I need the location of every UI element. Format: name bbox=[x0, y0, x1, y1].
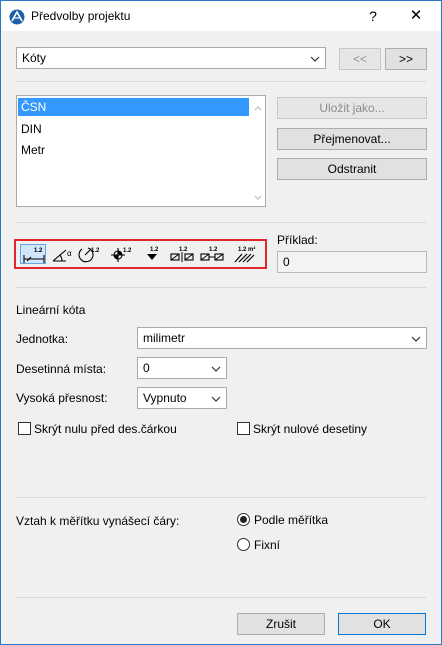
title-bar: Předvolby projektu ? ✕ bbox=[1, 1, 441, 31]
help-button[interactable]: ? bbox=[363, 5, 383, 27]
radial-dimension-icon[interactable]: 1.2 bbox=[78, 244, 104, 264]
hide-zero-decimals-label: Skrýt nulové desetiny bbox=[253, 422, 368, 436]
divider bbox=[16, 497, 426, 498]
svg-text:1.2: 1.2 bbox=[150, 247, 159, 253]
chevron-down-icon bbox=[210, 361, 222, 373]
hide-zero-before-label: Skrýt nulu před des.čárkou bbox=[34, 422, 177, 436]
svg-text:1.2: 1.2 bbox=[91, 248, 100, 254]
linear-dimension-icon[interactable]: 1.2 bbox=[20, 244, 46, 264]
sill-height-icon[interactable]: 1.2 bbox=[199, 244, 225, 264]
unit-select[interactable]: milimetr bbox=[137, 327, 427, 349]
divider bbox=[16, 81, 426, 82]
section-title: Lineární kóta bbox=[16, 303, 86, 317]
svg-text:1.2: 1.2 bbox=[34, 248, 43, 254]
save-as-button[interactable]: Uložit jako... bbox=[277, 97, 427, 119]
svg-text:1.2: 1.2 bbox=[123, 248, 132, 254]
svg-text:α: α bbox=[67, 249, 72, 258]
cancel-button[interactable]: Zrušit bbox=[237, 613, 325, 635]
angle-dimension-icon[interactable]: α bbox=[50, 244, 76, 264]
door-window-dimension-icon[interactable]: 1.2 bbox=[169, 244, 195, 264]
svg-text:1.2 m²: 1.2 m² bbox=[238, 246, 255, 253]
scale-option-label: Podle měřítka bbox=[254, 513, 329, 527]
chevron-down-icon bbox=[309, 51, 321, 63]
divider bbox=[16, 222, 426, 223]
hide-zero-decimals-checkbox[interactable] bbox=[237, 422, 250, 435]
divider bbox=[16, 597, 426, 598]
fixed-option-label: Fixní bbox=[254, 538, 281, 552]
ok-button[interactable]: OK bbox=[338, 613, 426, 635]
scroll-up-icon[interactable] bbox=[253, 102, 263, 112]
svg-text:1.2: 1.2 bbox=[209, 247, 218, 253]
elevation-marker-icon[interactable]: 1.2 bbox=[139, 244, 165, 264]
decimals-select[interactable]: 0 bbox=[137, 357, 227, 379]
category-select-value: Kóty bbox=[22, 51, 47, 65]
list-item-din[interactable]: DIN bbox=[18, 120, 249, 138]
area-calculation-icon[interactable]: 1.2 m² bbox=[232, 244, 258, 264]
divider bbox=[16, 287, 426, 288]
scale-option-radio[interactable] bbox=[237, 513, 250, 526]
level-dimension-icon[interactable]: 1.2 bbox=[108, 244, 134, 264]
precision-label: Vysoká přesnost: bbox=[16, 391, 108, 405]
chevron-down-icon bbox=[210, 391, 222, 403]
delete-button[interactable]: Odstranit bbox=[277, 158, 427, 180]
example-label: Příklad: bbox=[277, 233, 318, 247]
unit-select-value: milimetr bbox=[143, 331, 185, 345]
hide-zero-before-checkbox[interactable] bbox=[18, 422, 31, 435]
close-button[interactable]: ✕ bbox=[405, 5, 427, 27]
unit-label: Jednotka: bbox=[16, 332, 69, 346]
fixed-option-radio[interactable] bbox=[237, 538, 250, 551]
svg-text:1.2: 1.2 bbox=[179, 247, 188, 253]
project-preferences-dialog: Předvolby projektu ? ✕ Kóty << >> ČSN DI… bbox=[0, 0, 442, 645]
window-title: Předvolby projektu bbox=[31, 9, 131, 23]
rename-button[interactable]: Přejmenovat... bbox=[277, 128, 427, 150]
scroll-down-icon[interactable] bbox=[253, 192, 263, 202]
decimals-label: Desetinná místa: bbox=[16, 362, 107, 376]
standards-list[interactable]: ČSN DIN Metr bbox=[16, 95, 266, 207]
example-field: 0 bbox=[277, 251, 427, 273]
list-item-csn[interactable]: ČSN bbox=[18, 98, 249, 116]
scale-relation-label: Vztah k měřítku vynášecí čáry: bbox=[16, 514, 180, 528]
decimals-select-value: 0 bbox=[143, 361, 150, 375]
archicad-app-icon bbox=[9, 9, 25, 25]
chevron-down-icon bbox=[410, 331, 422, 343]
precision-select[interactable]: Vypnuto bbox=[137, 387, 227, 409]
next-category-button[interactable]: >> bbox=[385, 48, 427, 70]
precision-select-value: Vypnuto bbox=[143, 391, 187, 405]
category-select[interactable]: Kóty bbox=[16, 47, 326, 69]
list-item-metr[interactable]: Metr bbox=[18, 141, 249, 159]
dimension-type-toolbar: 1.2 α 1.2 1.2 1.2 1.2 1.2 1.2 m² bbox=[14, 239, 267, 269]
previous-category-button[interactable]: << bbox=[339, 48, 381, 70]
